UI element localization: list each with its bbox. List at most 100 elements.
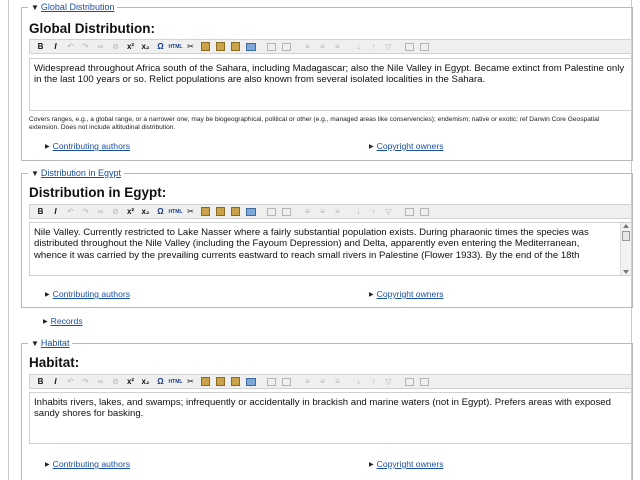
outdent-button[interactable]: ≡ — [315, 205, 330, 218]
link-label: Contributing authors — [52, 289, 131, 299]
paste-button[interactable] — [213, 40, 228, 53]
bold-button[interactable]: B — [33, 40, 48, 53]
sort-desc-button[interactable]: ↑ — [366, 205, 381, 218]
bold-button[interactable]: B — [33, 205, 48, 218]
superscript-button[interactable]: x² — [123, 40, 138, 53]
sort-asc-button[interactable]: ↓ — [351, 375, 366, 388]
sort-desc-button[interactable]: ↑ — [366, 375, 381, 388]
unlink-button[interactable]: ⊘ — [108, 375, 123, 388]
edit-button[interactable] — [243, 375, 258, 388]
link-button[interactable]: ∞ — [93, 40, 108, 53]
paste-text-button[interactable] — [228, 205, 243, 218]
indent-button[interactable]: ≡ — [300, 40, 315, 53]
copyright-owners-link[interactable]: ▶ Copyright owners — [369, 459, 444, 469]
filter-button[interactable]: ▽ — [381, 40, 396, 53]
sort-asc-button[interactable]: ↓ — [351, 205, 366, 218]
html-button[interactable]: HTML — [168, 375, 183, 388]
grid-button[interactable] — [402, 375, 417, 388]
scroll-thumb[interactable] — [622, 231, 630, 241]
cut-button[interactable]: ✂ — [183, 40, 198, 53]
unlink-button[interactable]: ⊘ — [108, 40, 123, 53]
sort-desc-button[interactable]: ↑ — [366, 40, 381, 53]
paste-text-button[interactable] — [228, 40, 243, 53]
list-button[interactable]: ≡ — [330, 205, 345, 218]
indent-button[interactable]: ≡ — [300, 205, 315, 218]
italic-button[interactable]: I — [48, 205, 63, 218]
superscript-button[interactable]: x² — [123, 375, 138, 388]
section-title: Global Distribution: — [29, 21, 155, 36]
table-button[interactable] — [264, 205, 279, 218]
habitat-editor[interactable]: Inhabits rivers, lakes, and swamps; infr… — [29, 392, 632, 444]
contributing-authors-link[interactable]: ▶ Contributing authors — [45, 141, 130, 151]
link-button[interactable]: ∞ — [93, 375, 108, 388]
filter-button[interactable]: ▽ — [381, 375, 396, 388]
italic-button[interactable]: I — [48, 40, 63, 53]
table-props-button[interactable] — [279, 375, 294, 388]
redo-button[interactable]: ↷ — [78, 205, 93, 218]
editor-toolbar: B I ↶ ↷ ∞ ⊘ x² x₂ Ω HTML ✂ ≡ ≡ ≡ ↓ ↑ ▽ — [29, 204, 632, 219]
copyright-owners-link[interactable]: ▶ Copyright owners — [369, 141, 444, 151]
scroll-down-icon[interactable] — [623, 270, 629, 274]
paste-text-button[interactable] — [228, 375, 243, 388]
edit-button[interactable] — [243, 40, 258, 53]
italic-button[interactable]: I — [48, 375, 63, 388]
superscript-button[interactable]: x² — [123, 205, 138, 218]
copy-button[interactable] — [198, 40, 213, 53]
table-props-button[interactable] — [279, 40, 294, 53]
grid-button[interactable] — [402, 40, 417, 53]
grid2-button[interactable] — [417, 375, 432, 388]
section-toggle-global-distribution[interactable]: ▼ Global Distribution — [28, 1, 118, 14]
subscript-button[interactable]: x₂ — [138, 40, 153, 53]
undo-button[interactable]: ↶ — [63, 40, 78, 53]
grid-button[interactable] — [402, 205, 417, 218]
copyright-owners-link[interactable]: ▶ Copyright owners — [369, 289, 444, 299]
contributing-authors-link[interactable]: ▶ Contributing authors — [45, 459, 130, 469]
section-toggle-distribution-in-egypt[interactable]: ▼ Distribution in Egypt — [28, 167, 124, 180]
special-char-button[interactable]: Ω — [153, 40, 168, 53]
special-char-button[interactable]: Ω — [153, 205, 168, 218]
redo-button[interactable]: ↷ — [78, 40, 93, 53]
list-button[interactable]: ≡ — [330, 40, 345, 53]
legend-label: Global Distribution — [40, 2, 115, 12]
html-button[interactable]: HTML — [168, 40, 183, 53]
grid2-button[interactable] — [417, 40, 432, 53]
outdent-button[interactable]: ≡ — [315, 375, 330, 388]
special-char-button[interactable]: Ω — [153, 375, 168, 388]
cut-button[interactable]: ✂ — [183, 205, 198, 218]
unlink-button[interactable]: ⊘ — [108, 205, 123, 218]
collapse-triangle-icon: ▼ — [31, 169, 39, 178]
list-button[interactable]: ≡ — [330, 375, 345, 388]
editor-scrollbar[interactable] — [620, 223, 631, 275]
section-distribution-in-egypt: ▼ Distribution in Egypt Distribution in E… — [21, 167, 633, 308]
outdent-button[interactable]: ≡ — [315, 40, 330, 53]
table-props-button[interactable] — [279, 205, 294, 218]
editor-toolbar: B I ↶ ↷ ∞ ⊘ x² x₂ Ω HTML ✂ ≡ ≡ ≡ ↓ ↑ ▽ — [29, 39, 632, 54]
section-toggle-habitat[interactable]: ▼ Habitat — [28, 337, 73, 350]
link-button[interactable]: ∞ — [93, 205, 108, 218]
paste-button[interactable] — [213, 205, 228, 218]
grid2-button[interactable] — [417, 205, 432, 218]
redo-button[interactable]: ↷ — [78, 375, 93, 388]
table-button[interactable] — [264, 40, 279, 53]
copy-button[interactable] — [198, 205, 213, 218]
subscript-button[interactable]: x₂ — [138, 205, 153, 218]
collapse-triangle-icon: ▼ — [31, 339, 39, 348]
copy-button[interactable] — [198, 375, 213, 388]
html-button[interactable]: HTML — [168, 205, 183, 218]
cut-button[interactable]: ✂ — [183, 375, 198, 388]
edit-button[interactable] — [243, 205, 258, 218]
paste-button[interactable] — [213, 375, 228, 388]
undo-button[interactable]: ↶ — [63, 205, 78, 218]
records-toggle[interactable]: ▶ Records — [43, 316, 83, 326]
subscript-button[interactable]: x₂ — [138, 375, 153, 388]
sort-asc-button[interactable]: ↓ — [351, 40, 366, 53]
distribution-in-egypt-editor[interactable]: Nile Valley. Currently restricted to Lak… — [29, 222, 632, 276]
contributing-authors-link[interactable]: ▶ Contributing authors — [45, 289, 130, 299]
bold-button[interactable]: B — [33, 375, 48, 388]
global-distribution-editor[interactable]: Widespread throughout Africa south of th… — [29, 58, 632, 111]
undo-button[interactable]: ↶ — [63, 375, 78, 388]
table-button[interactable] — [264, 375, 279, 388]
indent-button[interactable]: ≡ — [300, 375, 315, 388]
scroll-up-icon[interactable] — [623, 224, 629, 228]
filter-button[interactable]: ▽ — [381, 205, 396, 218]
